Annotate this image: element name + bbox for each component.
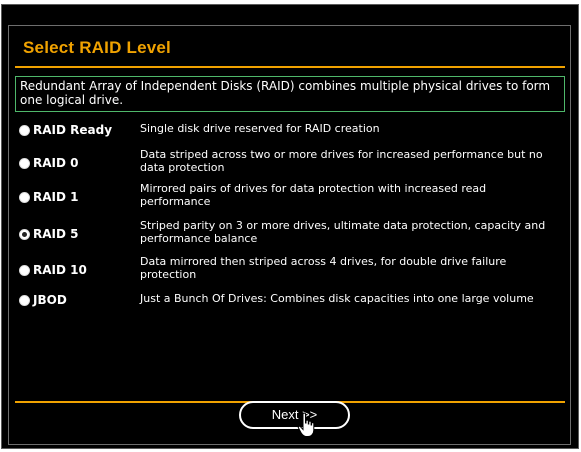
jbod-radio[interactable] — [19, 294, 30, 306]
raid-ready-label[interactable]: RAID Ready — [33, 123, 112, 137]
raid-setup-window: Select RAID Level Redundant Array of Ind… — [1, 4, 579, 449]
jbod-label[interactable]: JBOD — [33, 293, 67, 307]
raid-option-jbod-control[interactable]: JBOD — [19, 293, 67, 307]
raid-option-raid-5-control[interactable]: RAID 5 — [19, 227, 78, 241]
raid-ready-radio[interactable] — [19, 124, 30, 136]
next-button[interactable]: Next >> — [239, 401, 350, 429]
raid-0-label[interactable]: RAID 0 — [33, 156, 78, 170]
raid-description-box: Redundant Array of Independent Disks (RA… — [15, 76, 565, 112]
raid-10-radio[interactable] — [19, 264, 30, 276]
raid-5-radio[interactable] — [19, 228, 30, 240]
page-title: Select RAID Level — [23, 38, 171, 57]
raid-1-description: Mirrored pairs of drives for data protec… — [140, 182, 487, 208]
raid-option-raid-0-control[interactable]: RAID 0 — [19, 156, 78, 170]
raid-1-radio[interactable] — [19, 191, 30, 203]
raid-option-raid-ready-control[interactable]: RAID Ready — [19, 123, 112, 137]
title-divider — [15, 66, 565, 68]
raid-ready-description: Single disk drive reserved for RAID crea… — [140, 122, 380, 135]
raid-10-description: Data mirrored then striped across 4 driv… — [140, 255, 507, 281]
raid-option-raid-10-control[interactable]: RAID 10 — [19, 263, 87, 277]
hand-pointer-icon — [297, 412, 315, 437]
raid-description-text: Redundant Array of Independent Disks (RA… — [20, 79, 551, 107]
raid-option-raid-1-control[interactable]: RAID 1 — [19, 190, 78, 204]
raid-10-label[interactable]: RAID 10 — [33, 263, 87, 277]
raid-1-label[interactable]: RAID 1 — [33, 190, 78, 204]
raid-level-panel: Select RAID Level Redundant Array of Ind… — [8, 25, 571, 445]
raid-5-label[interactable]: RAID 5 — [33, 227, 78, 241]
raid-5-description: Striped parity on 3 or more drives, ulti… — [140, 219, 546, 245]
raid-0-radio[interactable] — [19, 157, 30, 169]
jbod-description: Just a Bunch Of Drives: Combines disk ca… — [140, 292, 534, 305]
raid-0-description: Data striped across two or more drives f… — [140, 148, 543, 174]
